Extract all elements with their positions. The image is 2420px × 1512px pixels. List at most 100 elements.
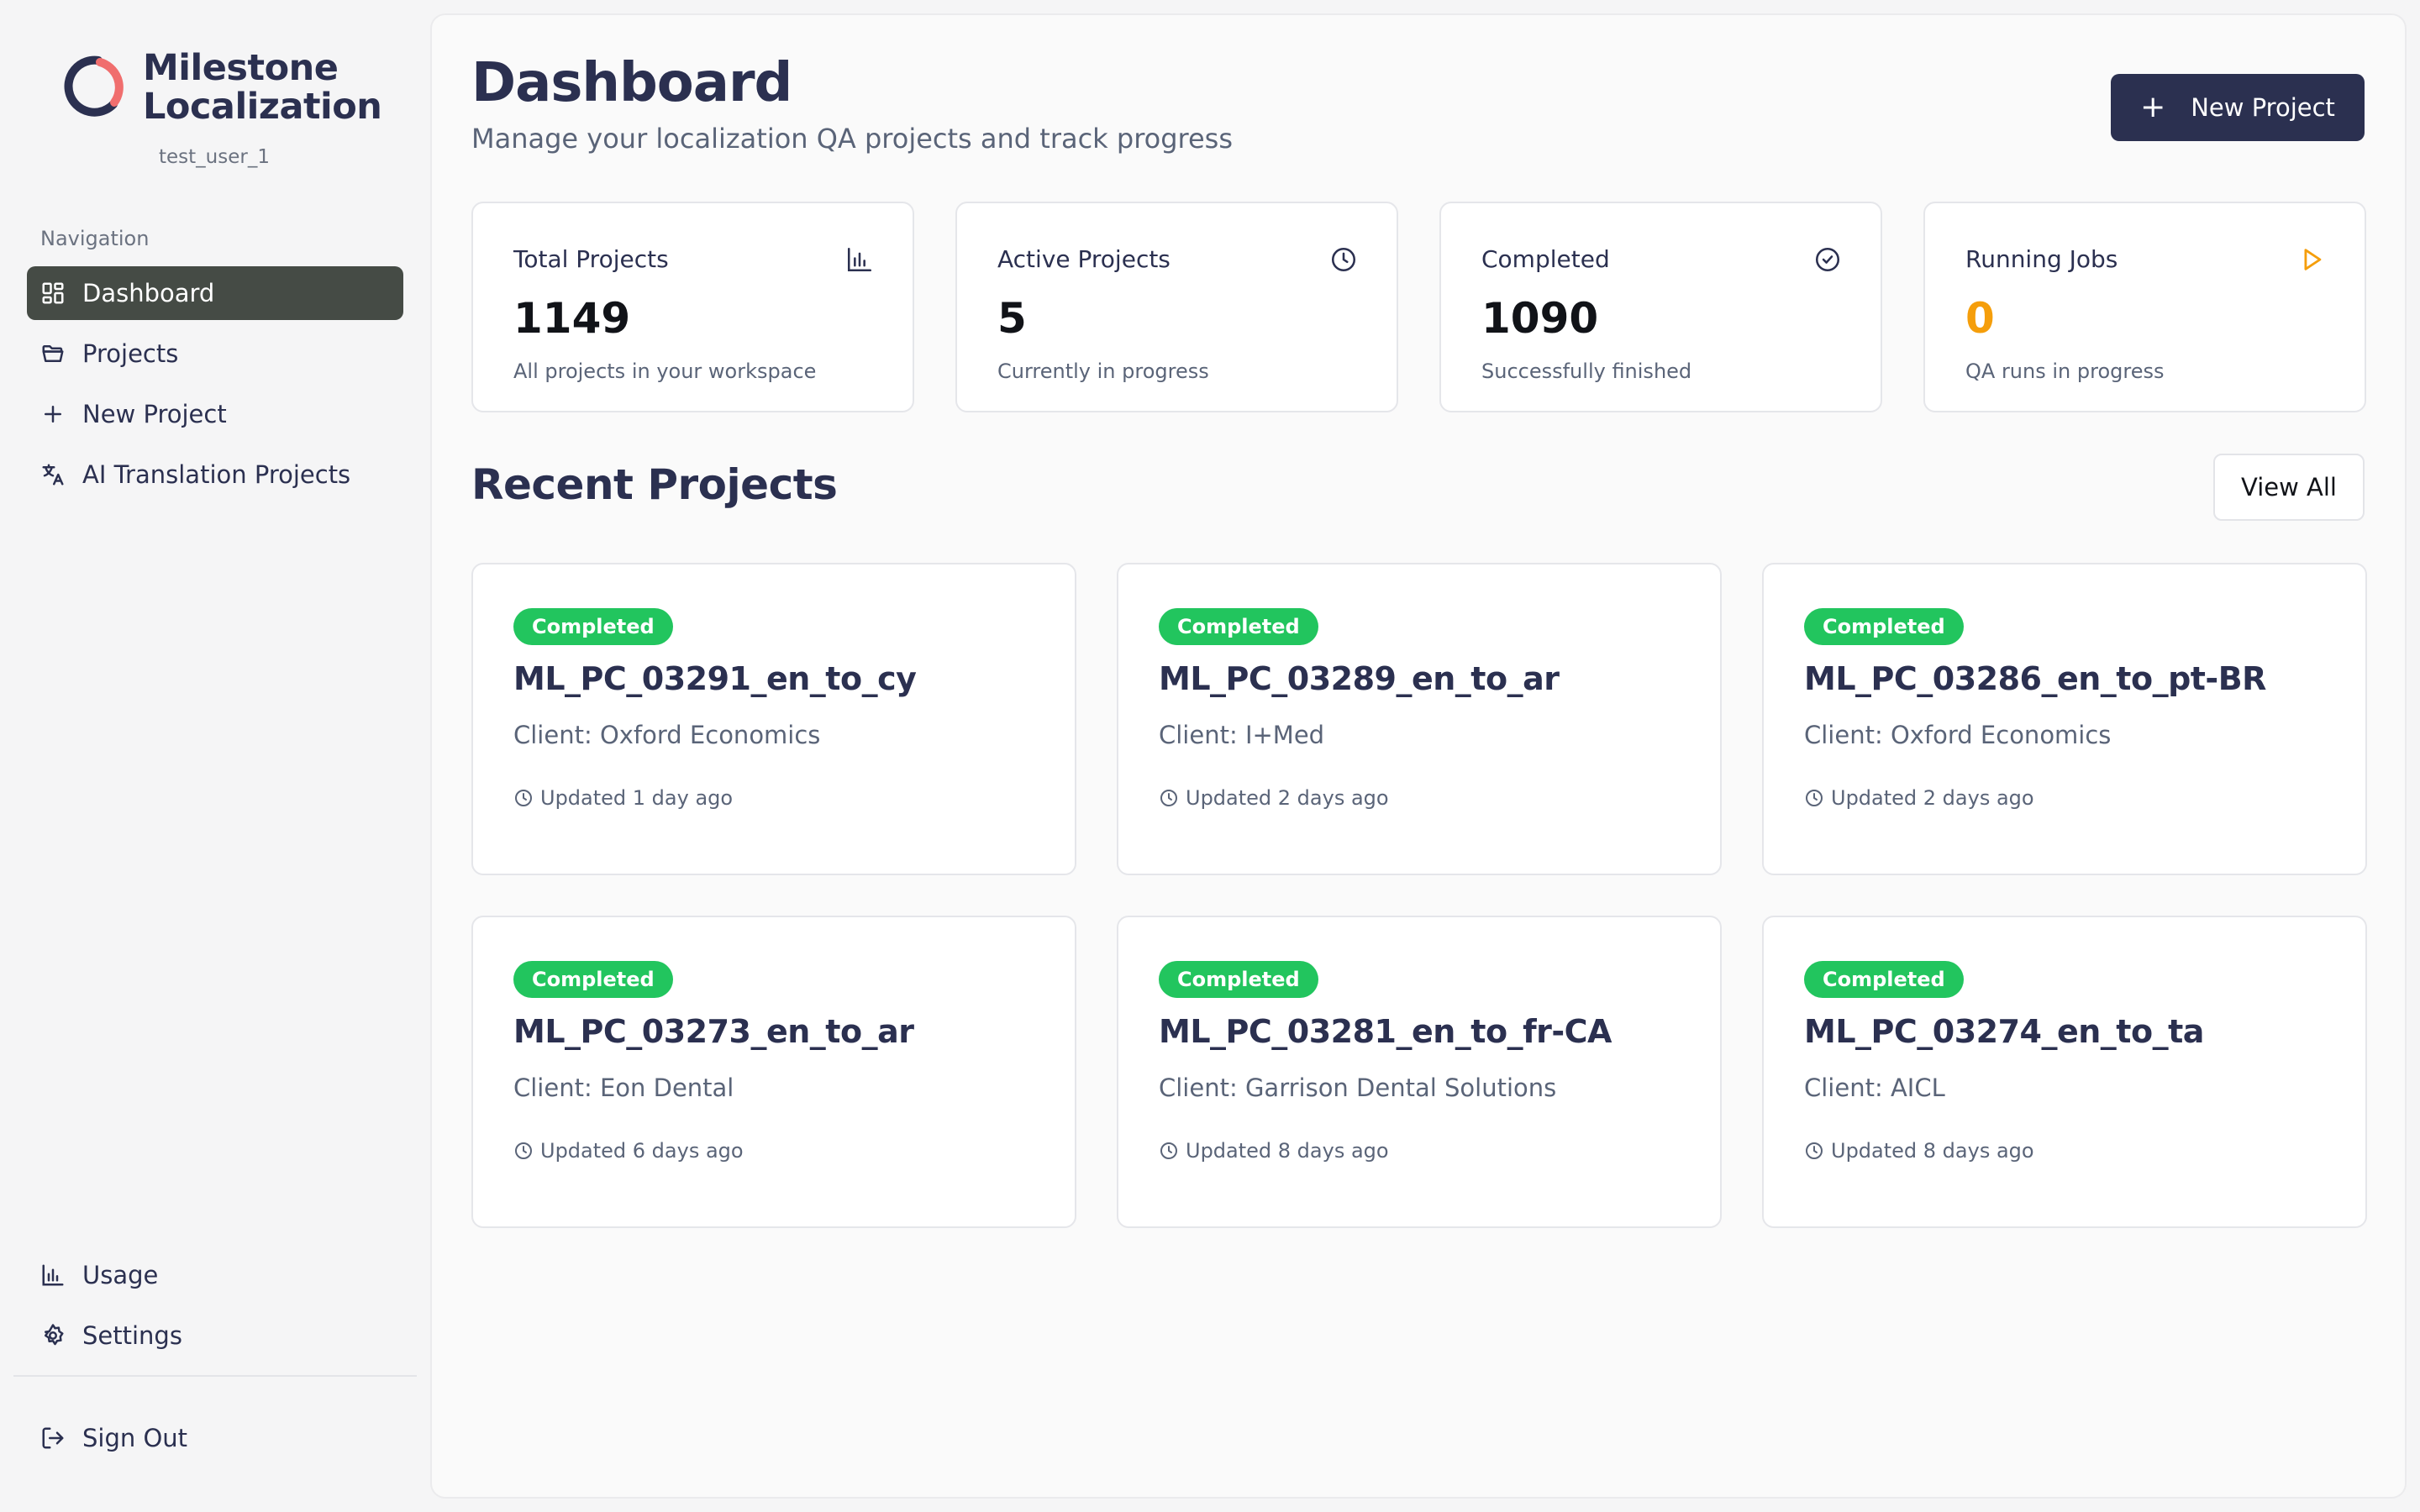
sidebar: Milestone Localization test_user_1 Navig… [0, 0, 429, 1512]
stat-description: All projects in your workspace [513, 360, 817, 383]
project-updated: Updated 1 day ago [513, 786, 733, 810]
project-client: Client: Eon Dental [513, 1074, 734, 1102]
updated-text: Updated 8 days ago [1186, 1139, 1389, 1163]
stat-label: Running Jobs [1965, 245, 2118, 273]
updated-text: Updated 1 day ago [540, 786, 734, 810]
bar-chart-icon [40, 1263, 66, 1288]
stat-description: Successfully finished [1481, 360, 1692, 383]
plus-icon: + [2140, 90, 2166, 124]
status-badge: Completed [513, 961, 673, 998]
stat-description: QA runs in progress [1965, 360, 2165, 383]
project-updated: Updated 8 days ago [1159, 1139, 1389, 1163]
updated-text: Updated 8 days ago [1831, 1139, 2034, 1163]
project-client: Client: Oxford Economics [1804, 721, 2112, 749]
stat-card-running-jobs: Running Jobs 0 QA runs in progress [1923, 202, 2366, 412]
play-icon [2297, 245, 2326, 274]
project-client: Client: Garrison Dental Solutions [1159, 1074, 1557, 1102]
bar-chart-icon [845, 245, 874, 274]
sign-out-button[interactable]: Sign Out [27, 1411, 403, 1465]
logout-icon [40, 1425, 66, 1451]
translate-icon [40, 462, 66, 487]
status-badge: Completed [1159, 961, 1318, 998]
sidebar-item-label: Projects [82, 339, 179, 368]
sidebar-item-usage[interactable]: Usage [27, 1248, 403, 1302]
project-card[interactable]: Completed ML_PC_03274_en_to_ta Client: A… [1762, 916, 2367, 1228]
stat-label: Total Projects [513, 245, 669, 273]
recent-projects-title: Recent Projects [471, 460, 838, 509]
project-updated: Updated 2 days ago [1159, 786, 1389, 810]
check-circle-icon [1813, 245, 1842, 274]
brand-name-line1: Milestone [143, 47, 339, 89]
project-updated: Updated 6 days ago [513, 1139, 744, 1163]
project-card[interactable]: Completed ML_PC_03289_en_to_ar Client: I… [1117, 563, 1722, 875]
sidebar-item-label: New Project [82, 400, 227, 428]
stat-value: 5 [997, 294, 1027, 343]
sidebar-item-label: AI Translation Projects [82, 460, 351, 489]
stat-card-total-projects: Total Projects 1149 All projects in your… [471, 202, 914, 412]
sidebar-item-dashboard[interactable]: Dashboard [27, 266, 403, 320]
sidebar-divider [13, 1375, 417, 1377]
sidebar-item-label: Dashboard [82, 279, 215, 307]
project-updated: Updated 2 days ago [1804, 786, 2034, 810]
project-updated: Updated 8 days ago [1804, 1139, 2034, 1163]
sidebar-item-projects[interactable]: Projects [27, 327, 403, 381]
project-name[interactable]: ML_PC_03281_en_to_fr-CA [1159, 1013, 1612, 1050]
updated-text: Updated 2 days ago [1831, 786, 2034, 810]
stat-label: Completed [1481, 245, 1610, 273]
project-card[interactable]: Completed ML_PC_03273_en_to_ar Client: E… [471, 916, 1076, 1228]
new-project-button[interactable]: + New Project [2111, 74, 2365, 141]
brand[interactable]: Milestone Localization [60, 47, 382, 128]
clock-icon [1806, 1142, 1823, 1159]
stat-value: 0 [1965, 294, 1995, 343]
view-all-button[interactable]: View All [2213, 454, 2365, 521]
stat-value: 1090 [1481, 294, 1599, 343]
stat-label: Active Projects [997, 245, 1171, 273]
main-panel: Dashboard Manage your localization QA pr… [430, 13, 2407, 1499]
project-name[interactable]: ML_PC_03286_en_to_pt-BR [1804, 660, 2266, 697]
dashboard-grid-icon [40, 281, 66, 306]
sign-out-label: Sign Out [82, 1424, 188, 1452]
project-name[interactable]: ML_PC_03273_en_to_ar [513, 1013, 914, 1050]
status-badge: Completed [1804, 961, 1964, 998]
folder-icon [40, 341, 66, 366]
stat-value: 1149 [513, 294, 631, 343]
clock-icon [515, 1142, 532, 1159]
project-client: Client: Oxford Economics [513, 721, 821, 749]
project-client: Client: AICL [1804, 1074, 1945, 1102]
new-project-label: New Project [2191, 93, 2335, 122]
clock-icon [515, 790, 532, 806]
sidebar-item-label: Usage [82, 1261, 159, 1289]
gear-icon [40, 1323, 66, 1348]
sidebar-item-new-project[interactable]: New Project [27, 387, 403, 441]
current-username: test_user_1 [159, 146, 270, 168]
project-name[interactable]: ML_PC_03274_en_to_ta [1804, 1013, 2204, 1050]
updated-text: Updated 2 days ago [1186, 786, 1389, 810]
clock-icon [1806, 790, 1823, 806]
status-badge: Completed [1159, 608, 1318, 645]
stat-description: Currently in progress [997, 360, 1209, 383]
page-subtitle: Manage your localization QA projects and… [471, 123, 1234, 155]
brand-name: Milestone Localization [143, 47, 382, 128]
sidebar-item-ai-translation[interactable]: AI Translation Projects [27, 448, 403, 501]
stat-card-active-projects: Active Projects 5 Currently in progress [955, 202, 1398, 412]
brand-name-line2: Localization [143, 86, 382, 128]
clock-icon [1160, 1142, 1177, 1159]
project-card[interactable]: Completed ML_PC_03291_en_to_cy Client: O… [471, 563, 1076, 875]
clock-icon [1160, 790, 1177, 806]
sidebar-item-label: Settings [82, 1321, 182, 1350]
status-badge: Completed [513, 608, 673, 645]
status-badge: Completed [1804, 608, 1964, 645]
page-title: Dashboard [471, 52, 792, 114]
updated-text: Updated 6 days ago [540, 1139, 744, 1163]
clock-icon [1329, 245, 1358, 274]
project-card[interactable]: Completed ML_PC_03281_en_to_fr-CA Client… [1117, 916, 1722, 1228]
project-client: Client: I+Med [1159, 721, 1325, 749]
stat-card-completed: Completed 1090 Successfully finished [1439, 202, 1882, 412]
sidebar-item-settings[interactable]: Settings [27, 1309, 403, 1362]
project-name[interactable]: ML_PC_03289_en_to_ar [1159, 660, 1560, 697]
brand-logo-icon [64, 55, 124, 117]
plus-icon [40, 402, 66, 427]
project-card[interactable]: Completed ML_PC_03286_en_to_pt-BR Client… [1762, 563, 2367, 875]
nav-section-label: Navigation [40, 227, 150, 250]
project-name[interactable]: ML_PC_03291_en_to_cy [513, 660, 917, 697]
